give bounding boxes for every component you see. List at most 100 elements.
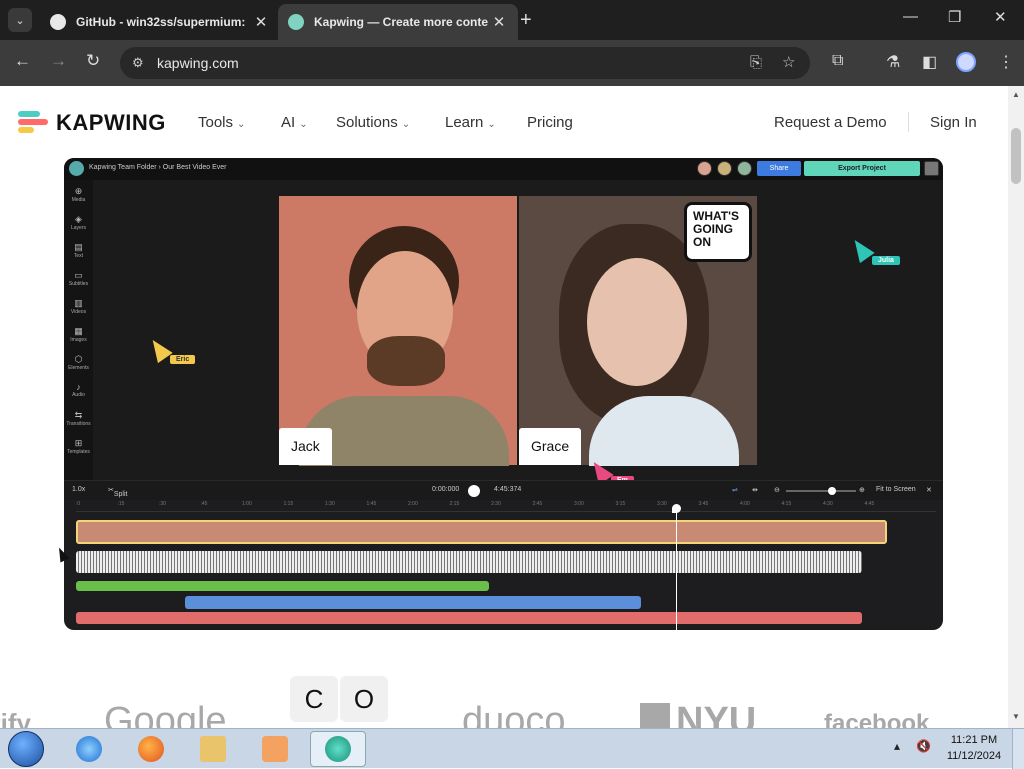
github-favicon-icon xyxy=(50,14,66,30)
playhead xyxy=(672,504,681,630)
clock-time: 11:21 PM xyxy=(950,734,998,746)
logo-tile-o: O xyxy=(340,676,388,722)
ruler-tick-label: 2:00 xyxy=(408,501,418,507)
close-window-button[interactable]: ✕ xyxy=(994,8,1007,26)
ruler-tick-label: 2:15 xyxy=(449,501,460,507)
kapwing-page: KAPWING Tools ⌄ AI ⌄ Solutions ⌄ Learn ⌄ Pri… xyxy=(0,86,1008,728)
editor-sidebar: ⊕ Media ◈ Layers ▤ Text ▭ Subtitles ▥ Videos … xyxy=(64,180,93,480)
zoom-out-icon: ⊖ xyxy=(774,487,780,494)
sidebar-item-transitions: ⇆ Transitions xyxy=(66,410,91,427)
address-toolbar: ← → ↻ ⚙ kapwing.com ⎘ ☆ ⧉ ⚗ ◧ ⋮ xyxy=(0,40,1024,86)
sidebar-item-layers: ◈ Layers xyxy=(70,214,86,231)
site-info-icon[interactable]: ⚙ xyxy=(132,47,144,79)
ruler-tick-label: 1:15 xyxy=(283,501,294,507)
speed-selector: 1.0x xyxy=(72,486,86,493)
system-clock[interactable]: 11:21 PM 11/12/2024 xyxy=(944,732,1004,764)
ruler-tick-label: :45 xyxy=(200,501,208,507)
green-track xyxy=(76,581,489,591)
blue-track xyxy=(185,596,641,609)
maximize-button[interactable]: ❐ xyxy=(948,8,961,26)
browser-tab-strip: ⌄ GitHub - win32ss/supermium: ✕ Kapwing … xyxy=(0,0,1024,40)
brand-name[interactable]: KAPWING xyxy=(56,110,166,136)
sidebar-item-audio: ♪ Audio xyxy=(72,382,85,398)
reload-icon[interactable]: ↻ xyxy=(86,51,100,71)
play-icon xyxy=(468,485,480,497)
nav-tools[interactable]: Tools ⌄ xyxy=(198,114,245,131)
nav-learn[interactable]: Learn ⌄ xyxy=(445,114,496,131)
firefox-taskbar-icon[interactable] xyxy=(126,731,176,767)
profile-avatar[interactable] xyxy=(956,52,976,72)
tab-title: GitHub - win32ss/supermium: xyxy=(76,15,246,29)
ruler-tick-label: 1:30 xyxy=(325,501,335,507)
scroll-down-icon[interactable]: ▼ xyxy=(1012,712,1020,721)
chevron-down-icon: ⌄ xyxy=(401,119,411,130)
sign-in-link[interactable]: Sign In xyxy=(930,114,977,131)
sidebar-item-videos: ▥ Videos xyxy=(70,298,87,315)
logo-google: Google xyxy=(104,700,227,728)
chevron-down-icon: ⌄ xyxy=(299,119,308,130)
ruler-tick-label: 3:30 xyxy=(657,501,667,507)
current-time: 0:00:000 xyxy=(432,486,460,493)
tab-search-icon[interactable]: ⌄ xyxy=(8,8,32,32)
request-demo-link[interactable]: Request a Demo xyxy=(774,114,887,131)
nav-pricing[interactable]: Pricing xyxy=(527,114,573,131)
forward-arrow-icon[interactable]: → xyxy=(50,51,67,71)
timeline-toolbar: 1.0x ✂ Split 0:00:000 4:45:374 ⇌ ⇹ ⊖ ⊕ F… xyxy=(64,480,943,500)
url-bar[interactable]: ⚙ kapwing.com ⎘ ☆ xyxy=(120,47,810,79)
beard-shape xyxy=(367,336,445,386)
ruler-tick-label: 2:45 xyxy=(532,501,543,507)
nav-solutions[interactable]: Solutions ⌄ xyxy=(336,114,410,131)
tray-expand-icon[interactable]: ▴ xyxy=(894,739,900,753)
browser-taskbar-icon[interactable] xyxy=(310,731,366,767)
minimize-button[interactable]: — xyxy=(903,8,918,25)
menu-kebab-icon[interactable]: ⋮ xyxy=(998,52,1014,72)
tab-kapwing[interactable]: Kapwing — Create more conte ✕ xyxy=(278,4,518,40)
logo-spotify: tify xyxy=(0,708,31,728)
tab-close-icon[interactable]: ✕ xyxy=(252,13,270,31)
start-button[interactable] xyxy=(8,731,44,767)
scroll-up-icon[interactable]: ▲ xyxy=(1012,90,1020,99)
volume-muted-icon[interactable]: 🔇 xyxy=(916,739,931,753)
collaborator-avatar xyxy=(697,161,712,176)
scroll-thumb[interactable] xyxy=(1011,128,1021,184)
sidebar-item-templates: ⊞ Templates xyxy=(67,438,90,455)
ruler-tick-label: :15 xyxy=(117,501,125,507)
ruler-tick-label: 3:45 xyxy=(698,501,709,507)
ruler-tick-label: :0 xyxy=(76,501,81,507)
show-desktop-button[interactable] xyxy=(1012,729,1024,769)
new-tab-button[interactable]: + xyxy=(520,9,532,32)
bookmark-star-icon[interactable]: ☆ xyxy=(782,47,795,79)
windows-taskbar: ▴ 🔇 11:21 PM 11/12/2024 xyxy=(0,728,1024,769)
name-tag-grace: Grace xyxy=(519,428,582,465)
collaborator-avatar xyxy=(717,161,732,176)
nav-ai[interactable]: AI ⌄ xyxy=(281,114,308,131)
tab-github[interactable]: GitHub - win32ss/supermium: ✕ xyxy=(40,4,280,40)
extensions-icon[interactable]: ⧉ xyxy=(832,52,843,70)
ruler-tick-label: 3:15 xyxy=(615,501,626,507)
logo-tile-c: C xyxy=(290,676,338,722)
ruler-tick-label: 3:00 xyxy=(574,501,584,507)
install-app-icon[interactable]: ⎘ xyxy=(750,47,762,79)
nav-divider xyxy=(908,112,909,132)
ie-taskbar-icon[interactable] xyxy=(64,731,114,767)
back-arrow-icon[interactable]: ← xyxy=(14,51,31,71)
tab-close-icon[interactable]: ✕ xyxy=(490,13,508,31)
fit-to-screen-button: Fit to Screen xyxy=(876,486,916,493)
kapwing-logo-icon[interactable] xyxy=(18,111,48,133)
chevron-down-icon: ⌄ xyxy=(487,119,496,130)
sidebar-item-elements: ⬡ Elements xyxy=(68,354,89,371)
labs-flask-icon[interactable]: ⚗ xyxy=(886,52,900,72)
page-scrollbar[interactable]: ▲ ▼ xyxy=(1008,86,1024,728)
ruler-tick-label: 4:15 xyxy=(781,501,792,507)
cursor-label-eric: Eric xyxy=(170,355,196,364)
editor-topbar: Kapwing Team Folder › Our Best Video Eve… xyxy=(64,158,943,180)
site-header: KAPWING Tools ⌄ AI ⌄ Solutions ⌄ Learn ⌄ Pri… xyxy=(0,86,1008,158)
video-track xyxy=(76,520,887,544)
total-time: 4:45:374 xyxy=(494,486,522,493)
explorer-taskbar-icon[interactable] xyxy=(188,731,238,767)
side-panel-icon[interactable]: ◧ xyxy=(922,52,937,72)
audio-waveform-track xyxy=(76,551,862,573)
media-player-taskbar-icon[interactable] xyxy=(250,731,300,767)
customer-logos: tify Google C O duoco NYU facebook xyxy=(0,676,1008,728)
chevron-down-icon: ⌄ xyxy=(237,119,246,130)
